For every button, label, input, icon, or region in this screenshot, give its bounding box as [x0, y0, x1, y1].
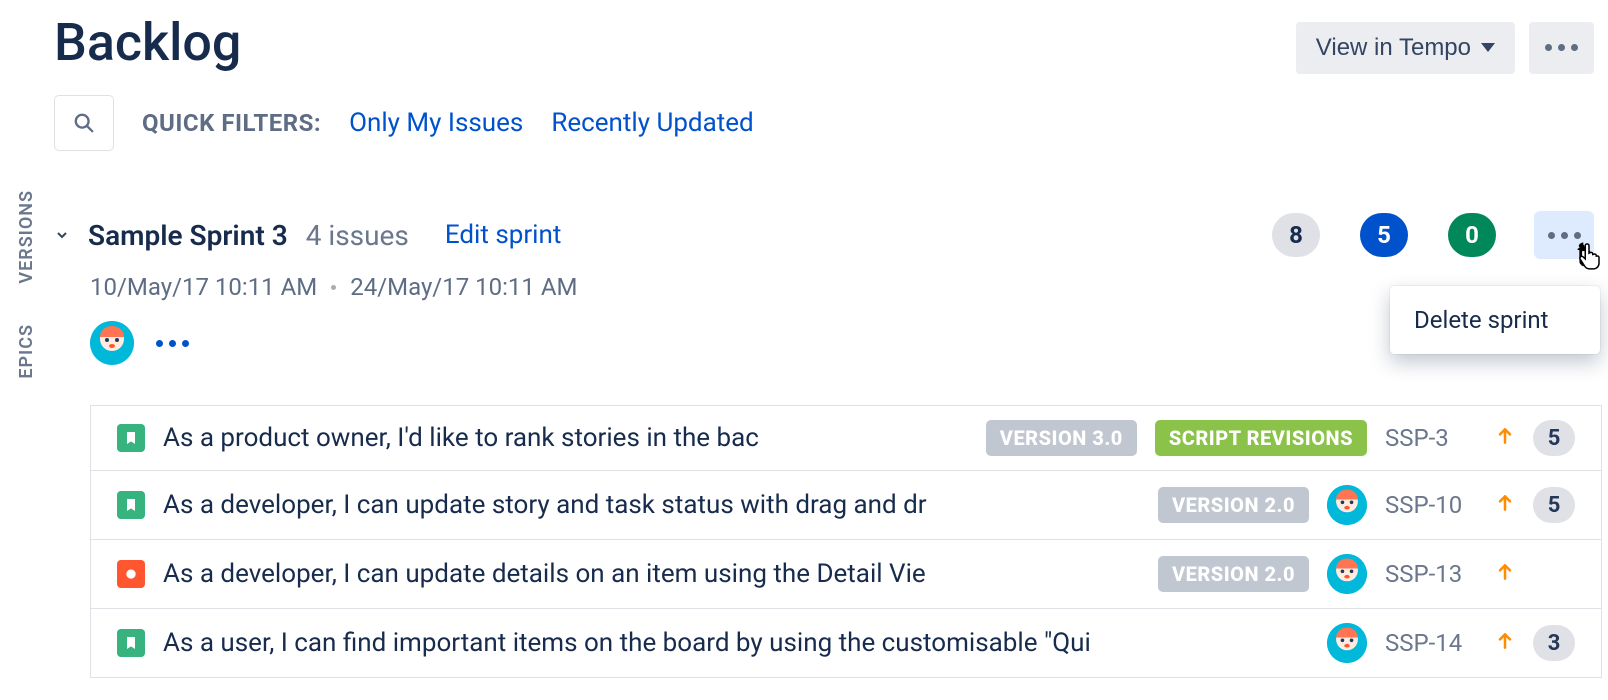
issue-key: SSP-10 [1385, 491, 1477, 519]
issue-row[interactable]: As a developer, I can update story and t… [91, 471, 1601, 540]
issue-summary: As a developer, I can update details on … [163, 559, 1140, 589]
priority-high-icon [1495, 491, 1515, 519]
ellipsis-icon [1548, 232, 1581, 239]
assignee-avatar [1327, 623, 1367, 663]
search-icon [73, 112, 95, 134]
issue-key: SSP-3 [1385, 424, 1477, 452]
issue-key: SSP-13 [1385, 560, 1477, 588]
story-icon [117, 629, 145, 657]
view-in-tempo-label: View in Tempo [1316, 34, 1471, 62]
issue-row[interactable]: As a developer, I can update details on … [91, 540, 1601, 609]
issue-summary: As a user, I can find important items on… [163, 628, 1309, 658]
issue-row[interactable]: As a user, I can find important items on… [91, 609, 1601, 677]
badge-inprogress: 5 [1360, 213, 1408, 257]
badge-done: 0 [1448, 213, 1496, 257]
sprint-menu-popover: Delete sprint [1390, 286, 1600, 354]
sprint-more-button[interactable] [1534, 211, 1594, 259]
menu-item-delete-sprint[interactable]: Delete sprint [1390, 296, 1600, 344]
version-lozenge: VERSION 2.0 [1158, 487, 1309, 523]
sprint-end-date: 24/May/17 10:11 AM [350, 273, 577, 301]
badge-todo: 8 [1272, 213, 1320, 257]
sprint-assignees [90, 321, 1602, 365]
avatar[interactable] [90, 321, 134, 365]
pointer-cursor-icon [1574, 241, 1604, 273]
issue-summary: As a developer, I can update story and t… [163, 490, 1140, 520]
version-lozenge: VERSION 2.0 [1158, 556, 1309, 592]
dot-separator-icon [331, 285, 336, 290]
side-tab-epics[interactable]: Epics [16, 324, 37, 379]
filter-only-my-issues[interactable]: Only My Issues [349, 108, 523, 138]
ellipsis-icon [1545, 44, 1578, 51]
priority-high-icon [1495, 424, 1515, 452]
priority-high-icon [1495, 560, 1515, 588]
sprint-dates: 10/May/17 10:11 AM 24/May/17 10:11 AM [90, 273, 1602, 301]
filter-recently-updated[interactable]: Recently Updated [551, 108, 753, 138]
story-icon [117, 491, 145, 519]
issue-list: As a product owner, I'd like to rank sto… [90, 405, 1602, 678]
assignees-more-icon[interactable] [156, 340, 189, 347]
search-button[interactable] [54, 95, 114, 151]
version-lozenge: VERSION 3.0 [986, 420, 1137, 456]
view-in-tempo-button[interactable]: View in Tempo [1296, 22, 1515, 74]
sprint-issue-count: 4 issues [306, 219, 409, 252]
issue-summary: As a product owner, I'd like to rank sto… [163, 423, 968, 453]
quick-filters-label: QUICK FILTERS: [142, 109, 321, 137]
sprint-name: Sample Sprint 3 [88, 219, 288, 252]
assignee-avatar [1327, 554, 1367, 594]
epic-lozenge: SCRIPT REVISIONS [1155, 420, 1367, 456]
chevron-down-icon[interactable] [54, 227, 70, 243]
sprint-header: Sample Sprint 3 4 issues Edit sprint 8 5… [54, 211, 1602, 259]
bug-icon [117, 560, 145, 588]
issue-row[interactable]: As a product owner, I'd like to rank sto… [91, 406, 1601, 471]
side-tab-versions[interactable]: Versions [16, 190, 37, 284]
quick-filters-row: QUICK FILTERS: Only My Issues Recently U… [54, 95, 1602, 151]
sprint-start-date: 10/May/17 10:11 AM [90, 273, 317, 301]
page-header: Backlog View in Tempo [54, 12, 1602, 83]
story-icon [117, 424, 145, 452]
issue-key: SSP-14 [1385, 629, 1477, 657]
page-more-button[interactable] [1529, 22, 1594, 74]
assignee-avatar [1327, 485, 1367, 525]
page-title: Backlog [54, 12, 241, 73]
priority-high-icon [1495, 629, 1515, 657]
edit-sprint-link[interactable]: Edit sprint [445, 220, 562, 250]
estimate-badge: 5 [1533, 487, 1575, 523]
estimate-badge: 5 [1533, 420, 1575, 456]
estimate-badge: 3 [1533, 625, 1575, 661]
caret-down-icon [1481, 43, 1495, 52]
